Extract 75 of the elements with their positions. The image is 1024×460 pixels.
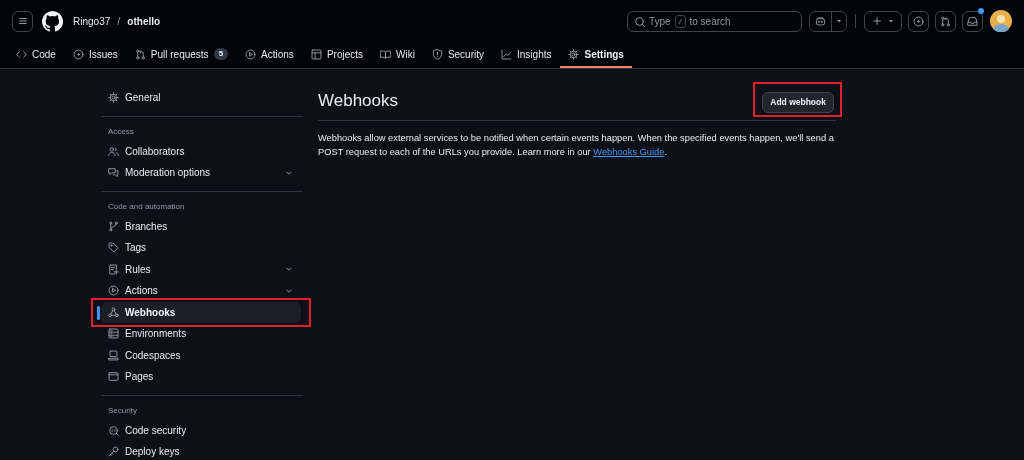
sidebar-item[interactable]: Codespaces — [101, 344, 301, 366]
play-circle-icon — [245, 48, 257, 60]
shield-icon — [431, 48, 443, 60]
avatar-icon[interactable] — [990, 10, 1012, 32]
repo-tab[interactable]: Settings — [560, 42, 632, 68]
sidebar-item[interactable]: Deploy keys — [101, 441, 301, 460]
sidebar-item[interactable]: Code security — [101, 419, 301, 441]
octocat-logo-icon[interactable] — [42, 10, 63, 32]
pull-request-icon — [134, 48, 146, 60]
plus-icon — [871, 16, 882, 26]
sidebar-item[interactable]: Tags — [101, 237, 301, 259]
gear-icon — [568, 48, 580, 60]
line-graph-icon — [501, 48, 512, 60]
key-hint: / — [674, 14, 686, 28]
description-text: Webhooks allow external services to be notified when certain events happen. When the specified events happen, we'll send a POST request to each of the URLs you provide. Learn more in our Webhooks Guide. — [318, 131, 835, 159]
people-icon — [108, 145, 119, 157]
code-scan-icon — [108, 424, 119, 436]
menu-icon — [17, 16, 28, 26]
repo-tab[interactable]: Insights — [493, 42, 560, 68]
rules-icon — [108, 263, 119, 275]
sidebar-item[interactable]: Environments — [101, 323, 301, 345]
menu-button[interactable] — [12, 10, 33, 32]
comment-icon — [108, 167, 119, 179]
table-icon — [310, 48, 322, 60]
circle-dot-icon — [72, 48, 84, 60]
repo-tab[interactable]: Pull requests 5 — [126, 42, 237, 68]
repo-tab[interactable]: Wiki — [372, 42, 423, 68]
tag-icon — [108, 242, 119, 254]
sidebar-item[interactable]: Pages — [101, 366, 301, 388]
search-icon — [634, 15, 645, 27]
pull-request-icon — [940, 15, 951, 27]
section-heading: Code and automation — [107, 201, 186, 213]
repo-tab[interactable]: Security — [423, 42, 492, 68]
create-button[interactable] — [864, 10, 902, 32]
sidebar-item[interactable]: Webhooks — [101, 301, 301, 323]
circle-dot-icon — [913, 15, 924, 27]
search-placeholder: Type — [649, 14, 671, 29]
copilot-button[interactable] — [809, 10, 847, 32]
path-separator: / — [117, 13, 121, 29]
add-webhook-button[interactable]: Add webhook — [762, 91, 834, 113]
repo-tab[interactable]: Projects — [302, 42, 371, 68]
sidebar-item[interactable]: General — [101, 87, 301, 109]
codespaces-icon — [108, 349, 119, 361]
owner-link[interactable]: Ringo37 — [73, 13, 111, 29]
branch-icon — [108, 220, 119, 232]
pull-requests-button[interactable] — [935, 10, 956, 32]
search-placeholder: to search — [689, 14, 731, 29]
key-icon — [108, 446, 119, 458]
issues-button[interactable] — [908, 10, 929, 32]
browser-icon — [108, 371, 119, 383]
repo-tab[interactable]: Actions — [237, 42, 302, 68]
server-icon — [108, 328, 119, 340]
webhook-icon — [108, 306, 119, 318]
section-heading: Access — [107, 126, 135, 138]
copilot-icon — [815, 15, 826, 27]
inbox-icon — [967, 15, 978, 27]
sidebar-item[interactable]: Branches — [101, 215, 301, 237]
repo-tab[interactable]: Issues — [64, 42, 126, 68]
sidebar-item[interactable]: Moderation options — [101, 162, 301, 184]
book-icon — [380, 48, 391, 60]
repo-tab[interactable]: Code — [8, 42, 64, 68]
page-title: Webhooks — [318, 90, 398, 112]
caret-icon — [886, 17, 895, 25]
caret-icon — [835, 17, 843, 25]
sidebar-item[interactable]: Rules — [101, 258, 301, 280]
gear-icon — [108, 92, 119, 104]
count-badge: 5 — [213, 48, 229, 60]
sidebar-item[interactable]: Actions — [101, 280, 301, 302]
selection-bar — [97, 305, 100, 320]
repo-link[interactable]: othello — [127, 13, 161, 29]
code-icon — [16, 48, 27, 60]
sidebar-item[interactable]: Collaborators — [101, 140, 301, 162]
search-field[interactable]: Type / to search — [627, 10, 802, 32]
section-heading: Security — [107, 405, 138, 417]
play-circle-icon — [108, 285, 119, 297]
